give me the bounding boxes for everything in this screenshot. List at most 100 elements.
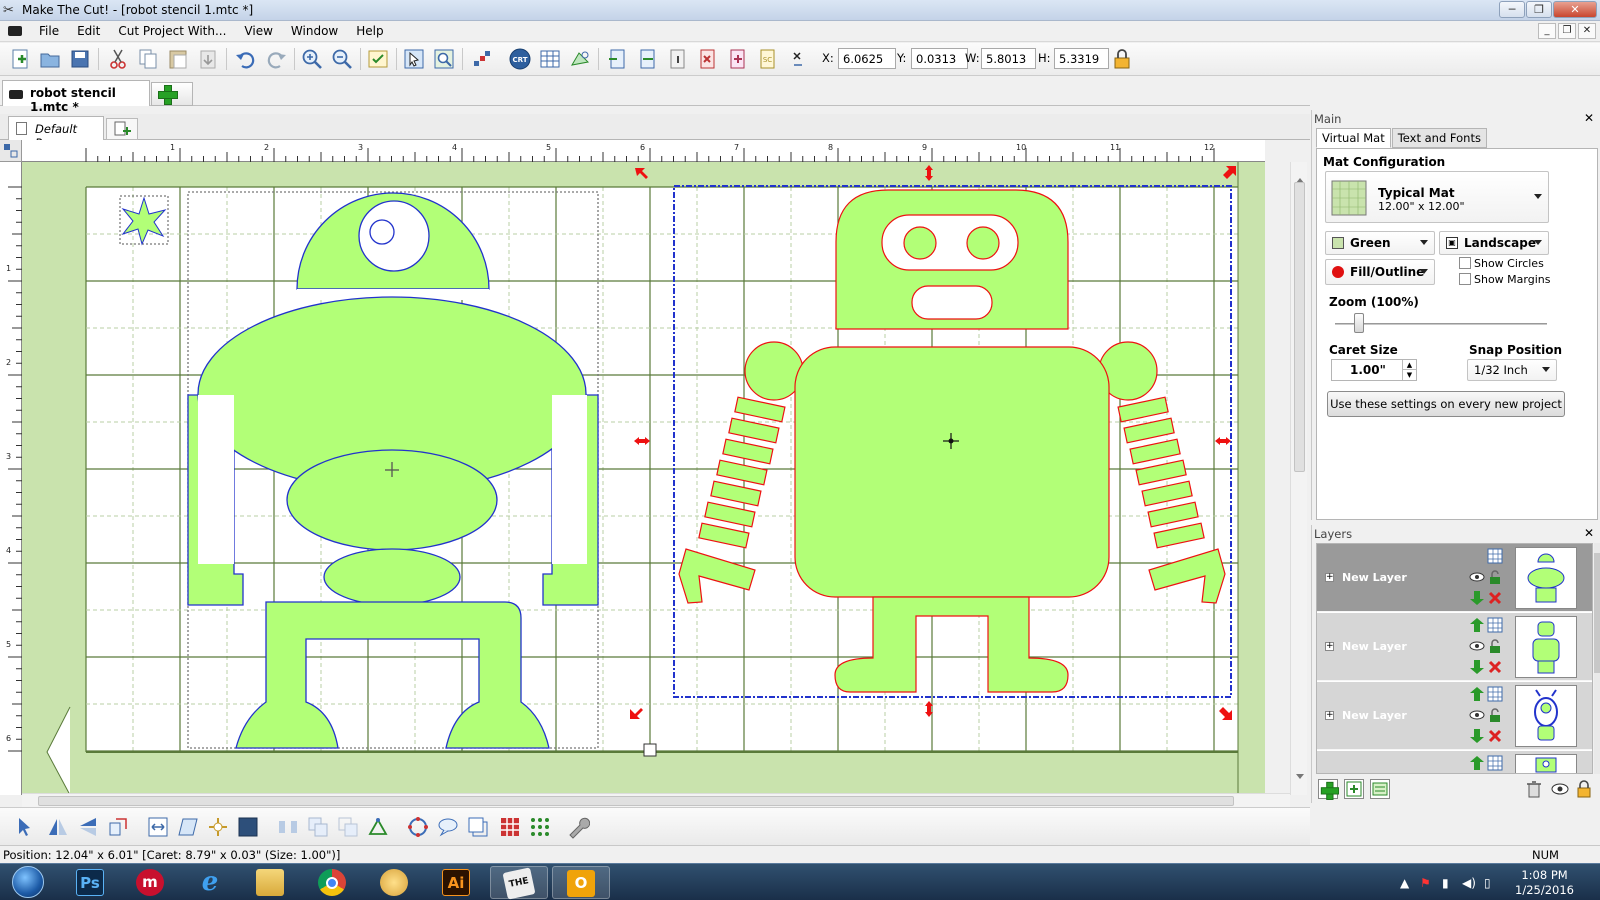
move-layer-up-icon[interactable]	[1469, 686, 1485, 702]
new-document-tab-button[interactable]	[151, 82, 193, 106]
node-edit-icon[interactable]	[366, 815, 390, 839]
layer-row[interactable]	[1317, 751, 1592, 773]
script-icon[interactable]: SC	[756, 47, 780, 71]
mdi-restore-button[interactable]: ❐	[1558, 23, 1576, 39]
action-center-icon[interactable]: ⚑	[1420, 876, 1431, 890]
battery-icon[interactable]: ▯	[1484, 876, 1491, 890]
expand-layer-icon[interactable]: +	[1325, 573, 1334, 582]
nodes-icon[interactable]	[470, 47, 494, 71]
taskbar-file-explorer[interactable]	[242, 866, 300, 899]
move-layer-down-icon[interactable]	[1469, 659, 1485, 675]
show-circles-checkbox[interactable]: Show Circles	[1459, 257, 1544, 270]
distribute-icon[interactable]	[276, 815, 300, 839]
add-sublayer-button[interactable]	[1344, 779, 1364, 799]
orientation-select[interactable]: ▣ Landscape	[1439, 231, 1549, 255]
layer-row[interactable]: + New Layer	[1317, 613, 1592, 681]
width-input[interactable]: 5.8013	[981, 48, 1036, 69]
menu-help[interactable]: Help	[347, 24, 392, 38]
grid-icon[interactable]	[538, 47, 562, 71]
zoom-out-icon[interactable]	[330, 47, 354, 71]
lock-aspect-icon[interactable]	[1110, 47, 1134, 71]
x-coordinate-input[interactable]: 6.0625	[838, 48, 896, 69]
move-layer-down-icon[interactable]	[1469, 728, 1485, 744]
zoom-slider-track[interactable]	[1335, 323, 1547, 325]
shadow-icon[interactable]	[236, 815, 260, 839]
combine-icon[interactable]	[306, 815, 330, 839]
network-icon[interactable]: ▮	[1442, 876, 1449, 890]
taskbar-outlook[interactable]: O	[552, 866, 610, 899]
layer-grid-icon[interactable]	[1487, 548, 1503, 564]
y-coordinate-input[interactable]: 0.0313	[911, 48, 968, 69]
mat-type-select[interactable]: Typical Mat 12.00" x 12.00"	[1325, 171, 1549, 223]
show-circles-box[interactable]	[1459, 257, 1471, 269]
check-icon[interactable]	[366, 47, 390, 71]
main-panel-close-icon[interactable]: ✕	[1584, 111, 1594, 125]
delete-layer-icon[interactable]	[1487, 659, 1503, 675]
paste-icon[interactable]	[166, 47, 190, 71]
eye-icon[interactable]	[1550, 779, 1570, 799]
add-layer-button[interactable]	[1318, 779, 1339, 800]
use-settings-button[interactable]: Use these settings on every new project	[1327, 391, 1565, 417]
maximize-button[interactable]: ❐	[1526, 1, 1552, 18]
taskbar-make-the-cut[interactable]: THE	[490, 866, 548, 900]
menu-edit[interactable]: Edit	[68, 24, 109, 38]
canvas-horizontal-scrollbar[interactable]	[22, 793, 1290, 807]
zoom-slider-thumb[interactable]	[1354, 313, 1365, 333]
weld-icon[interactable]	[696, 47, 720, 71]
spin-down-icon[interactable]: ▼	[1402, 370, 1416, 380]
taskbar-photoshop[interactable]: Ps	[62, 866, 120, 899]
unlock-icon[interactable]	[1487, 707, 1503, 723]
document-tab[interactable]: robot stencil 1.mtc *	[2, 80, 150, 114]
cut-icon[interactable]	[106, 47, 130, 71]
unlock-icon[interactable]	[1487, 638, 1503, 654]
vertical-scroll-thumb[interactable]	[1294, 182, 1305, 472]
layers-panel-close-icon[interactable]: ✕	[1584, 526, 1594, 540]
display-mode-select[interactable]: Fill/Outline	[1325, 259, 1435, 285]
menu-window[interactable]: Window	[282, 24, 347, 38]
expand-layer-icon[interactable]: +	[1325, 642, 1334, 651]
layer-grid-icon[interactable]	[1487, 686, 1503, 702]
page-tab-default[interactable]: Default Page	[8, 116, 104, 150]
outline-shape-icon[interactable]	[466, 815, 490, 839]
taskbar-chrome[interactable]	[304, 866, 362, 899]
redo-icon[interactable]	[264, 47, 288, 71]
layer-row[interactable]: + New Layer	[1317, 544, 1592, 612]
layer-grid-icon[interactable]	[1487, 755, 1503, 771]
tab-virtual-mat[interactable]: Virtual Mat	[1316, 128, 1391, 148]
canvas-vertical-scrollbar[interactable]	[1290, 162, 1307, 795]
start-button[interactable]	[2, 864, 54, 900]
align-center-icon[interactable]	[636, 47, 660, 71]
merge-layers-button[interactable]	[1370, 779, 1390, 799]
add-page-button[interactable]	[106, 118, 138, 140]
open-folder-icon[interactable]	[38, 47, 62, 71]
trash-icon[interactable]	[1524, 779, 1544, 799]
taskbar-paint[interactable]	[366, 866, 424, 899]
paste-in-place-icon[interactable]	[196, 47, 220, 71]
show-hidden-icons-icon[interactable]: ▲	[1400, 876, 1409, 890]
move-layer-down-icon[interactable]	[1469, 590, 1485, 606]
ruler-corner[interactable]	[0, 140, 22, 162]
caret-size-input[interactable]: 1.00" ▲ ▼	[1331, 359, 1417, 381]
move-layer-up-icon[interactable]	[1469, 617, 1485, 633]
taskbar-internet-explorer[interactable]: e	[182, 866, 240, 899]
zoom-fit-icon[interactable]	[432, 47, 456, 71]
menu-file[interactable]: File	[30, 24, 68, 38]
horizontal-scroll-thumb[interactable]	[38, 796, 1234, 806]
layer-grid-icon[interactable]	[1487, 617, 1503, 633]
undo-icon[interactable]	[234, 47, 258, 71]
rotate-icon[interactable]	[406, 815, 430, 839]
layers-scrollbar[interactable]	[1594, 543, 1600, 774]
crt-icon[interactable]: CRT	[508, 47, 532, 71]
slant-icon[interactable]	[176, 815, 200, 839]
dot-grid-icon[interactable]	[528, 815, 552, 839]
flip-vertical-icon[interactable]	[76, 815, 100, 839]
snap-position-select[interactable]: 1/32 Inch	[1467, 359, 1557, 381]
height-input[interactable]: 5.3319	[1054, 48, 1109, 69]
close-small-icon[interactable]	[786, 47, 802, 71]
taskbar-illustrator[interactable]: Ai	[428, 866, 486, 899]
pattern-icon[interactable]	[498, 815, 522, 839]
wrench-icon[interactable]	[566, 815, 591, 839]
tab-text-and-fonts[interactable]: Text and Fonts	[1391, 128, 1487, 148]
show-margins-checkbox[interactable]: Show Margins	[1459, 273, 1550, 286]
mirror-icon[interactable]	[106, 815, 130, 839]
